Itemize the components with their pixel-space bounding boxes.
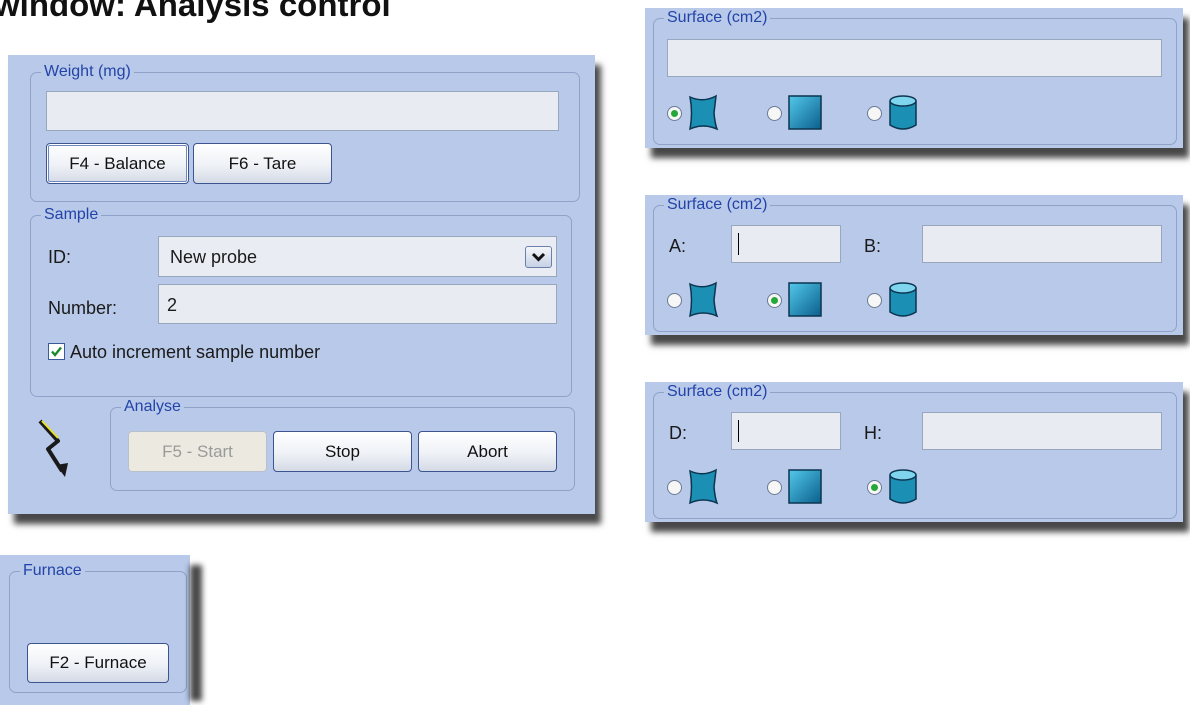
rectangle-shape-icon: [788, 95, 822, 130]
chevron-down-icon: [531, 252, 546, 262]
dropdown-button[interactable]: [525, 246, 552, 268]
id-select-value: New probe: [170, 247, 258, 267]
start-button: F5 - Start: [128, 431, 267, 472]
surface-field[interactable]: [667, 39, 1162, 77]
furnace-panel: Furnace F2 - Furnace: [0, 555, 190, 705]
auto-increment-label[interactable]: Auto increment sample number: [70, 342, 320, 363]
cylinder-shape-icon: [889, 95, 917, 130]
abort-button[interactable]: Abort: [418, 431, 557, 472]
surface-panel-cylinder: Surface (cm2) D: H:: [645, 382, 1183, 522]
shape-radio-cylinder[interactable]: [867, 480, 882, 495]
tare-button[interactable]: F6 - Tare: [193, 143, 332, 184]
sample-legend: Sample: [41, 206, 102, 224]
analysis-control-panel: Weight (mg) F4 - Balance F6 - Tare Sampl…: [8, 55, 595, 514]
irregular-shape-icon: [688, 281, 719, 318]
field-d-label: D:: [669, 423, 687, 443]
furnace-group: Furnace F2 - Furnace: [9, 562, 187, 693]
text-caret: [738, 420, 739, 442]
field-h-input[interactable]: [922, 412, 1162, 450]
rectangle-shape-icon: [788, 469, 822, 504]
surface-panel-irregular: Surface (cm2): [645, 8, 1183, 148]
number-label: Number:: [48, 298, 118, 318]
surface-panel-rectangle: Surface (cm2) A: B:: [645, 195, 1183, 335]
surface-legend-2: Surface (cm2): [664, 196, 771, 214]
text-caret: [738, 233, 739, 255]
field-h-label: H:: [864, 423, 882, 443]
field-a-label: A:: [669, 236, 687, 256]
furnace-panel-shadow: [190, 565, 202, 701]
shape-radio-irregular[interactable]: [667, 480, 682, 495]
number-field[interactable]: 2: [158, 284, 557, 324]
window-heading: window: Analysis control: [0, 0, 391, 23]
furnace-legend: Furnace: [20, 562, 85, 580]
cylinder-shape-icon: [889, 469, 917, 504]
surface-legend-3: Surface (cm2): [664, 383, 771, 401]
shape-radio-rectangle[interactable]: [767, 106, 782, 121]
number-value: 2: [167, 295, 178, 315]
furnace-button[interactable]: F2 - Furnace: [27, 643, 169, 683]
field-b-input[interactable]: [922, 225, 1162, 263]
weight-field[interactable]: [46, 91, 559, 131]
sample-group: Sample ID: New probe Number: 2 Auto incr…: [30, 206, 572, 397]
id-select[interactable]: New probe: [158, 236, 557, 277]
stop-button[interactable]: Stop: [273, 431, 412, 472]
cylinder-shape-icon: [889, 282, 917, 317]
analyse-group: Analyse F5 - Start Stop Abort: [110, 398, 575, 491]
rectangle-shape-icon: [788, 282, 822, 317]
surface-group-1: Surface (cm2): [653, 9, 1177, 145]
shape-radio-irregular[interactable]: [667, 106, 682, 121]
surface-group-2: Surface (cm2) A: B:: [653, 196, 1177, 332]
surface-group-3: Surface (cm2) D: H:: [653, 383, 1177, 519]
shape-radio-rectangle[interactable]: [767, 480, 782, 495]
lightning-arrow-icon: [38, 419, 68, 477]
irregular-shape-icon: [688, 468, 719, 505]
surface-legend-1: Surface (cm2): [664, 9, 771, 27]
field-a-input[interactable]: [731, 225, 841, 263]
weight-legend: Weight (mg): [41, 63, 134, 81]
weight-group: Weight (mg) F4 - Balance F6 - Tare: [30, 63, 580, 202]
shape-radio-irregular[interactable]: [667, 293, 682, 308]
field-d-input[interactable]: [731, 412, 841, 450]
irregular-shape-icon: [688, 94, 719, 131]
shape-radio-cylinder[interactable]: [867, 106, 882, 121]
analyse-legend: Analyse: [121, 398, 184, 416]
auto-increment-checkbox[interactable]: [48, 343, 65, 360]
shape-radio-rectangle[interactable]: [767, 293, 782, 308]
field-b-label: B:: [864, 236, 882, 256]
balance-button[interactable]: F4 - Balance: [46, 143, 189, 184]
shape-radio-cylinder[interactable]: [867, 293, 882, 308]
check-mark-icon: [51, 346, 62, 357]
id-label: ID:: [48, 247, 72, 267]
